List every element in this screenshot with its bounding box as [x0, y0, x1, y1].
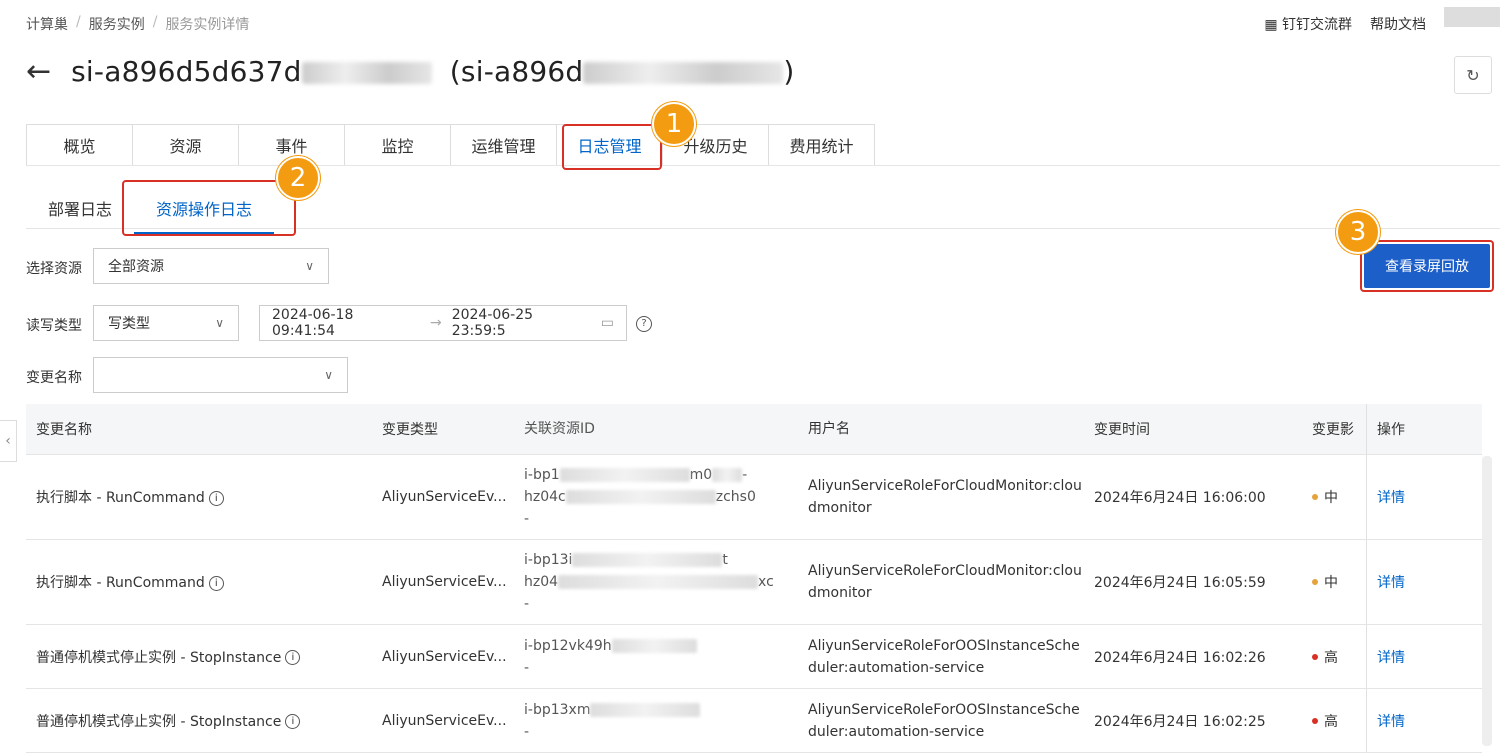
breadcrumb-item-compute-nest[interactable]: 计算巢	[26, 14, 68, 34]
change-name-label: 变更名称	[26, 370, 82, 386]
change-name-select[interactable]: ∨	[93, 357, 348, 393]
username: AliyunServiceRoleForCloudMonitor:clou dmo…	[808, 563, 1082, 601]
rw-type-select[interactable]: 写类型 ∨	[93, 305, 239, 341]
help-icon[interactable]: ?	[636, 316, 652, 332]
resource-id: i-bp12vk49h -	[524, 635, 808, 679]
details-link[interactable]: 详情	[1377, 647, 1405, 667]
resource-id: i-bp1 m0- hz04c zchs0 -	[524, 467, 756, 527]
info-icon[interactable]: i	[285, 650, 301, 665]
username: AliyunServiceRoleForOOSInstanceSche duler…	[808, 701, 1080, 740]
qr-icon: ▦	[1264, 17, 1278, 33]
change-time: 2024年6月24日 16:05:59	[1094, 575, 1266, 591]
redacted-id	[583, 62, 784, 84]
rw-type-label: 读写类型	[26, 318, 82, 334]
username: AliyunServiceRoleForCloudMonitor:clou dmo…	[808, 478, 1082, 516]
refresh-icon: ↻	[1466, 65, 1480, 85]
title-row: ← si-a896d5d637d (si-a896d)	[26, 55, 795, 88]
info-icon[interactable]: i	[208, 575, 224, 591]
column-header-impact: 变更影	[1312, 422, 1354, 438]
change-time: 2024年6月24日 16:02:26	[1094, 649, 1266, 666]
info-icon[interactable]: i	[285, 714, 301, 729]
tab-cost-statistics[interactable]: 费用统计	[769, 125, 875, 165]
sidebar-collapse-button[interactable]: ‹	[0, 420, 17, 462]
resource-id: i-bp13xm -	[524, 699, 808, 743]
resource-select-label: 选择资源	[26, 261, 82, 277]
breadcrumb-separator: /	[76, 14, 81, 30]
resource-select[interactable]: 全部资源 ∨	[93, 248, 329, 284]
column-header-username: 用户名	[808, 421, 850, 437]
redacted-id	[301, 62, 432, 84]
impact-dot	[1312, 579, 1318, 585]
tab-resources[interactable]: 资源	[133, 125, 239, 165]
date-start[interactable]: 2024-06-18 09:41:54	[272, 307, 420, 339]
chevron-left-icon: ‹	[5, 433, 11, 449]
details-link[interactable]: 详情	[1377, 572, 1405, 592]
highlight-replay-button	[1360, 240, 1494, 292]
table-row: 普通停机模式停止实例 - StopInstance i AliyunService…	[26, 625, 1482, 689]
details-link[interactable]: 详情	[1377, 711, 1405, 731]
chevron-down-icon: ∨	[305, 259, 314, 273]
change-type: AliyunServiceEv...	[382, 574, 507, 590]
tab-overview[interactable]: 概览	[27, 125, 133, 165]
top-links: ▦ 钉钉交流群 帮助文档	[1264, 7, 1500, 34]
refresh-button[interactable]: ↻	[1454, 56, 1492, 94]
table-header: 变更名称 变更类型 关联资源ID 用户名 变更时间 变更影 操作	[26, 404, 1482, 455]
calendar-icon: ▭	[600, 315, 614, 331]
dingtalk-link[interactable]: ▦ 钉钉交流群	[1264, 14, 1352, 34]
tab-monitoring[interactable]: 监控	[345, 125, 451, 165]
details-link[interactable]: 详情	[1377, 487, 1405, 507]
username: AliyunServiceRoleForOOSInstanceSche duler…	[808, 637, 1080, 676]
change-type: AliyunServiceEv...	[382, 648, 507, 665]
impact: 高	[1312, 711, 1366, 731]
tab-ops-management[interactable]: 运维管理	[451, 125, 557, 165]
back-arrow-icon[interactable]: ←	[26, 56, 51, 87]
resource-id: i-bp13i t hz04 xc -	[524, 552, 774, 612]
column-header-action: 操作	[1366, 404, 1482, 454]
column-header-resource-id: 关联资源ID	[524, 421, 595, 437]
impact-dot	[1312, 653, 1318, 660]
tabs-divider	[26, 165, 1500, 166]
change-name: 普通停机模式停止实例 - StopInstance	[36, 649, 282, 666]
highlight-log-tab	[562, 124, 662, 170]
table-row: 执行脚本 - RunCommand i AliyunServiceEv... i-…	[26, 540, 1482, 625]
column-header-change-name: 变更名称	[36, 422, 92, 438]
change-type: AliyunServiceEv...	[382, 489, 507, 505]
table-scrollbar[interactable]	[1482, 456, 1492, 746]
chevron-down-icon: ∨	[215, 316, 224, 330]
table-row: 普通停机模式停止实例 - StopInstance i AliyunService…	[26, 689, 1482, 753]
breadcrumb-separator: /	[152, 14, 158, 30]
breadcrumb-item-service-instances[interactable]: 服务实例	[89, 14, 145, 34]
impact: 高	[1312, 647, 1366, 667]
impact: 中	[1312, 572, 1366, 592]
date-end[interactable]: 2024-06-25 23:59:5	[452, 307, 591, 339]
change-name: 普通停机模式停止实例 - StopInstance	[36, 713, 282, 730]
chevron-down-icon: ∨	[324, 368, 333, 382]
date-range-picker[interactable]: 2024-06-18 09:41:54 → 2024-06-25 23:59:5…	[259, 305, 627, 341]
column-header-change-time: 变更时间	[1094, 422, 1150, 438]
info-icon[interactable]: i	[208, 490, 224, 506]
breadcrumb-item-current: 服务实例详情	[165, 17, 250, 33]
change-time: 2024年6月24日 16:02:25	[1094, 713, 1266, 730]
change-name: 执行脚本 - RunCommand	[36, 490, 205, 506]
help-doc-link[interactable]: 帮助文档	[1370, 14, 1426, 34]
step-badge-3: 3	[1336, 210, 1380, 254]
main-tabs: 概览 资源 事件 监控 运维管理 日志管理 升级历史 费用统计	[26, 124, 875, 166]
change-name: 执行脚本 - RunCommand	[36, 575, 205, 591]
step-badge-2: 2	[276, 156, 320, 200]
page-title: si-a896d5d637d (si-a896d)	[71, 55, 795, 88]
range-arrow-icon: →	[429, 315, 442, 331]
close-icon[interactable]	[1444, 7, 1500, 27]
highlight-resource-log-subtab	[122, 180, 296, 236]
step-badge-1: 1	[652, 102, 696, 146]
impact: 中	[1312, 487, 1366, 507]
breadcrumb: 计算巢 / 服务实例 / 服务实例详情	[26, 14, 249, 34]
impact-dot	[1312, 494, 1318, 500]
impact-dot	[1312, 717, 1318, 724]
change-type: AliyunServiceEv...	[382, 712, 507, 729]
column-header-change-type: 变更类型	[382, 422, 438, 438]
operation-log-table: 变更名称 变更类型 关联资源ID 用户名 变更时间 变更影 操作 执行脚本 - …	[26, 404, 1482, 753]
change-time: 2024年6月24日 16:06:00	[1094, 490, 1266, 506]
table-row: 执行脚本 - RunCommand i AliyunServiceEv... i-…	[26, 455, 1482, 540]
